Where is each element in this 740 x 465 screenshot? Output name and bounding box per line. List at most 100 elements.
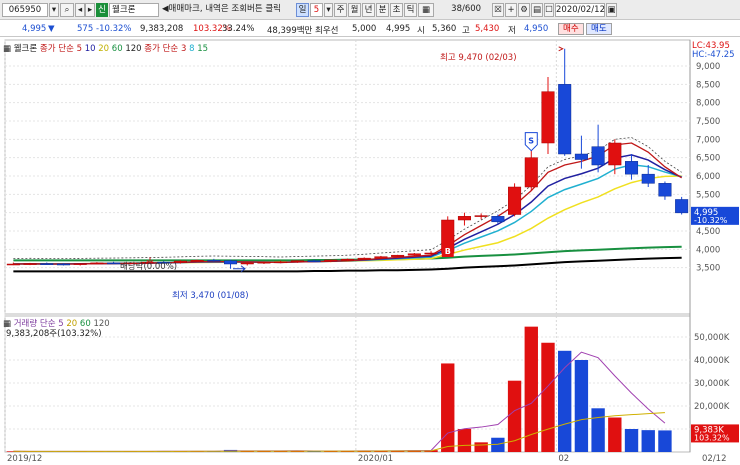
candle-body: [207, 260, 221, 262]
next-icon[interactable]: ▸: [85, 3, 95, 17]
volume-value-label: 9,383,208주(103.32%): [6, 329, 102, 339]
candle-body: [257, 261, 271, 264]
candle-body: [56, 263, 70, 266]
candle-body: [574, 153, 588, 160]
date-label: 02/12: [702, 454, 727, 464]
zoom-in-icon[interactable]: +: [505, 3, 517, 17]
chart-indicator-icon: ▦: [3, 44, 12, 54]
volume-bar: [658, 430, 672, 452]
period-second-button[interactable]: 초: [390, 3, 403, 17]
candle-body: [641, 173, 655, 184]
date-label: 02: [558, 454, 569, 464]
candle-body: [424, 252, 438, 255]
high-arrow-icon: [558, 46, 564, 52]
period-value-input[interactable]: 5: [310, 3, 323, 17]
trade-amount: 48,399백만: [267, 26, 313, 36]
price-tick-label: 7,000: [696, 135, 720, 145]
price-tick-label: 4,500: [696, 227, 720, 237]
date-input[interactable]: 2020/02/12: [555, 3, 605, 17]
best-bid: 4,995: [386, 24, 411, 34]
prev-icon[interactable]: ◂: [75, 3, 85, 17]
price-tick-label: 6,000: [696, 172, 720, 182]
candle-body: [274, 261, 288, 264]
period-day-button[interactable]: 일: [296, 3, 309, 17]
period-tick-button[interactable]: 틱: [404, 3, 417, 17]
chart-svg[interactable]: 9,000 8,500 8,000 7,500 7,000 6,500 6,000 5,500…: [0, 37, 740, 465]
search-icon[interactable]: ⌕: [60, 3, 74, 17]
sell-button[interactable]: 매도: [586, 23, 612, 35]
price-tick-label: 9,000: [696, 62, 720, 72]
count-input[interactable]: 38: [448, 3, 462, 17]
chevron-down-icon[interactable]: ▾: [324, 3, 333, 17]
candle-body: [491, 216, 505, 223]
open-label: 시: [417, 26, 425, 36]
low-price: 4,950: [524, 24, 549, 34]
stock-name: 웰크론: [109, 3, 159, 17]
candle-body: [675, 199, 689, 214]
settings-icon[interactable]: ⚙: [518, 3, 530, 17]
period-week-button[interactable]: 주: [334, 3, 347, 17]
candle-body: [224, 260, 238, 265]
candle-body: [558, 84, 572, 155]
high-annotation: 최고 9,470 (02/03): [440, 53, 517, 63]
chevron-down-icon[interactable]: ▾: [49, 3, 59, 17]
period-month-button[interactable]: 월: [348, 3, 361, 17]
date-label: 2019/12: [7, 454, 42, 464]
last-price-pct: -10.32%: [694, 216, 728, 225]
current-price: 4,995: [22, 24, 47, 34]
period-minute-button[interactable]: 분: [376, 3, 389, 17]
low-label: 저: [508, 26, 516, 36]
hc-label: HC:-47.25: [692, 50, 735, 60]
buy-mark-label: B: [445, 247, 451, 256]
candle-body: [608, 142, 622, 166]
price-tick-label: 7,500: [696, 117, 720, 127]
candle-body: [357, 257, 371, 260]
volume-bar: [591, 408, 605, 452]
candle-body: [324, 259, 338, 262]
quote-bar: 4,995 ▼ 575 -10.32% 9,383,208 103.32% 33…: [0, 21, 740, 37]
candle-body: [591, 146, 605, 166]
ma5-label: 5: [76, 44, 83, 54]
best-label: 최우선: [315, 26, 339, 36]
volume-bar: [574, 360, 589, 452]
volume-bar: [641, 430, 655, 452]
calendar-icon[interactable]: ▣: [606, 3, 617, 17]
price-panel-frame: [4, 39, 691, 315]
candle-body: [508, 186, 522, 215]
candle-body: [73, 263, 87, 265]
volume-bar: [624, 429, 639, 452]
checkbox-icon[interactable]: ☒: [492, 3, 504, 17]
stock-code-input[interactable]: 065950: [2, 3, 48, 17]
candle-body: [307, 260, 321, 262]
turnover-pct: 33.24%: [222, 24, 255, 34]
candle-body: [541, 91, 555, 144]
volume-tick-label: 50,000K: [694, 333, 730, 343]
price-tick-label: 6,500: [696, 154, 720, 164]
ma60-label: 60: [111, 44, 123, 54]
volume-tick-label: 30,000K: [694, 379, 730, 389]
checkbox-icon[interactable]: ☐: [544, 3, 554, 17]
price-change: 575: [77, 24, 94, 34]
ma15-label: 15: [197, 44, 209, 54]
best-ask: 5,000: [352, 24, 377, 34]
ma8-label: 8: [189, 44, 195, 54]
candle-body: [407, 253, 421, 256]
period-year-button[interactable]: 년: [362, 3, 375, 17]
candle-body: [6, 263, 20, 266]
ma20-label: 20: [98, 44, 110, 54]
buy-button[interactable]: 매수: [558, 23, 584, 35]
price-tick-label: 3,500: [696, 264, 720, 274]
candle-body: [190, 260, 204, 262]
grid-icon[interactable]: ▦: [418, 3, 434, 17]
volume-bar: [441, 363, 455, 452]
layout-icon[interactable]: ▤: [531, 3, 543, 17]
low-annotation: 최저 3,470 (01/08): [172, 291, 249, 301]
candle-body: [474, 215, 488, 217]
chart-area[interactable]: 9,000 8,500 8,000 7,500 7,000 6,500 6,000 5,500…: [0, 37, 740, 465]
candle-body: [374, 256, 388, 259]
high-label: 고: [462, 26, 470, 36]
dividend-annotation: 배당락(0.00%): [120, 262, 178, 272]
candle-body: [625, 161, 639, 175]
candle-body: [457, 216, 471, 221]
candle-body: [40, 263, 54, 265]
